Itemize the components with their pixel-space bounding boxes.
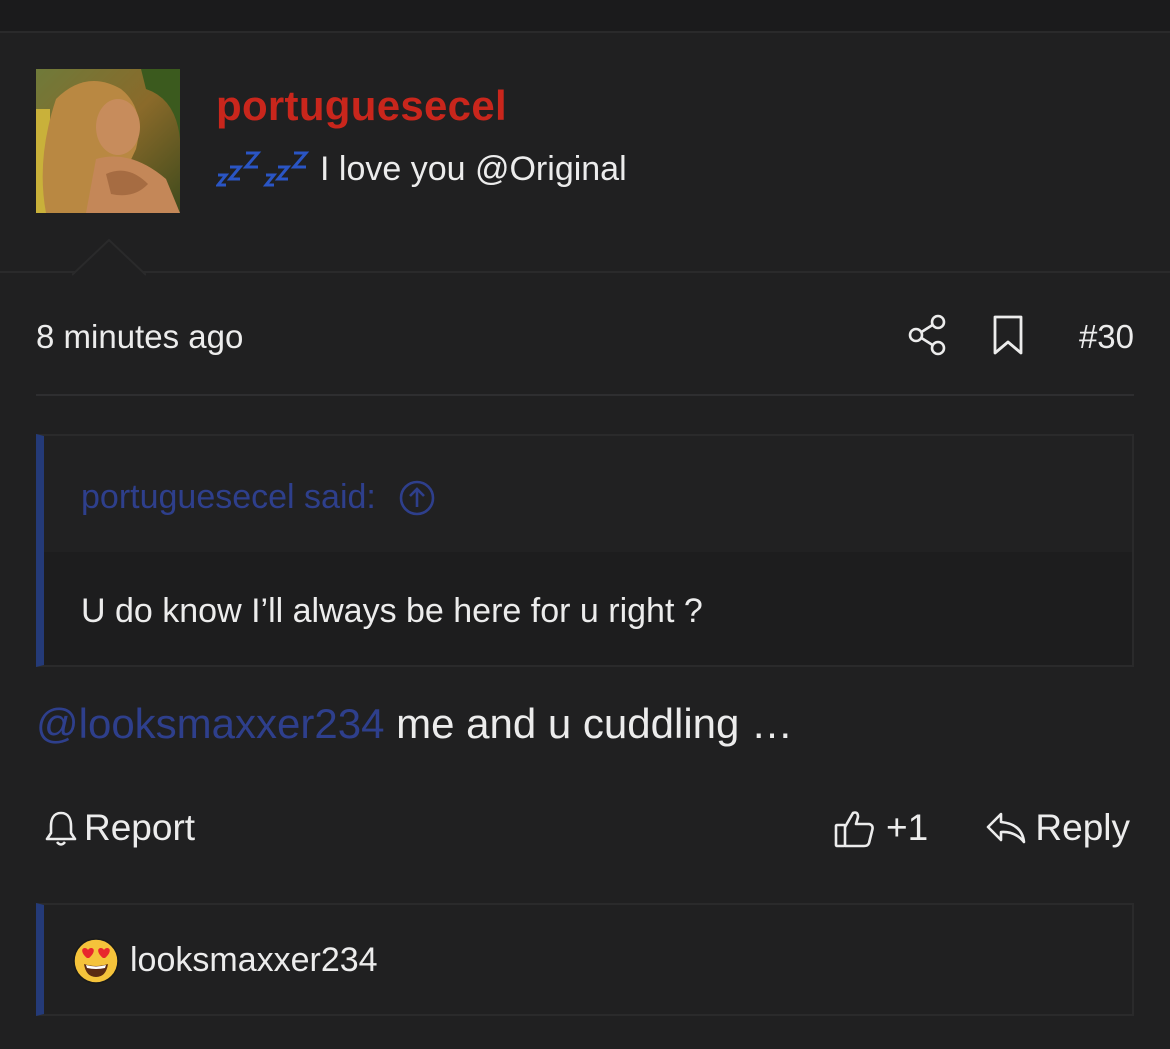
post-meta: 8 minutes ago #30 [36,310,1134,362]
thumbs-up-icon [834,811,874,848]
reply-button[interactable]: Reply [985,807,1130,849]
share-icon[interactable] [908,314,948,356]
header-pointer [72,238,146,276]
like-button[interactable]: +1 [834,807,928,849]
heart-eyes-emoji-icon [73,938,119,984]
quote-header: portuguesecel said: [44,436,1132,552]
zzz-sleeping-icon [216,151,310,187]
username[interactable]: portuguesecel [216,82,507,130]
reply-arrow-icon [987,812,1026,844]
post-number[interactable]: #30 [1079,318,1134,356]
post-time[interactable]: 8 minutes ago [36,318,243,356]
post-actions: Report +1 Reply [36,805,1134,855]
avatar[interactable] [36,69,180,213]
message-body: @looksmaxxer234 me and u cuddling … [36,700,793,748]
user-status: I love you @Original [216,147,627,191]
reply-label: Reply [1035,807,1130,848]
quote-block: portuguesecel said: U do know I’ll alway… [36,434,1134,667]
report-button[interactable]: Report [44,807,195,849]
quote-author[interactable]: portuguesecel said: [81,478,436,517]
bookmark-icon[interactable] [992,314,1024,356]
reactions-bar[interactable]: looksmaxxer234 [36,903,1134,1016]
top-bar [0,0,1170,33]
reaction-user[interactable]: looksmaxxer234 [130,941,378,980]
quote-body: U do know I’ll always be here for u righ… [44,552,1132,665]
message-text: me and u cuddling … [384,700,794,747]
arrow-up-circle-icon[interactable] [398,479,436,517]
quote-text: U do know I’ll always be here for u righ… [81,592,703,630]
user-mention[interactable]: @looksmaxxer234 [36,700,384,747]
post-header: portuguesecel I love you @Original [0,35,1170,273]
report-label: Report [84,807,196,848]
status-text: I love you @Original [320,149,627,188]
quote-author-label[interactable]: portuguesecel said: [81,478,376,517]
like-count: +1 [886,807,929,848]
bell-icon [45,811,77,846]
divider [36,394,1134,396]
